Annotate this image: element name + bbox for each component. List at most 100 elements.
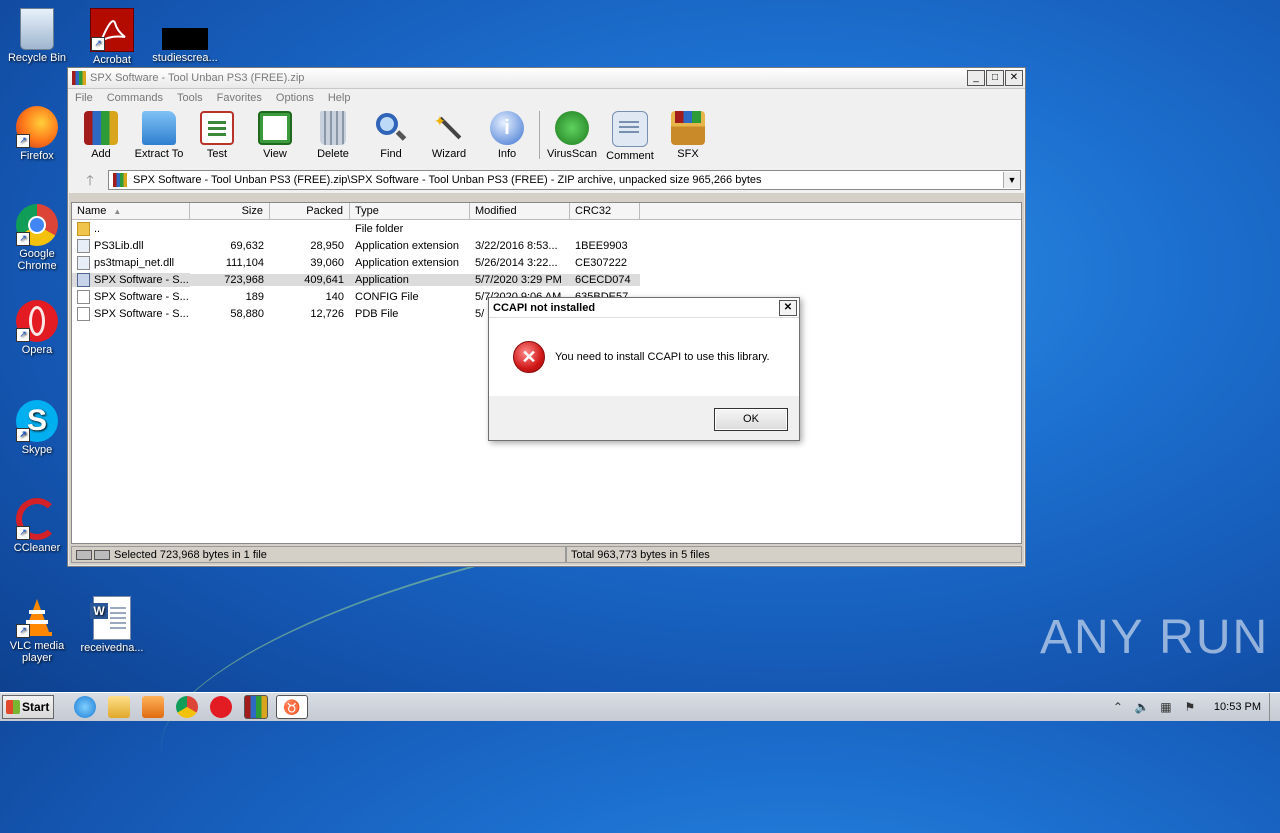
spx-app-taskbar-icon[interactable]: ♉ bbox=[276, 695, 308, 719]
info-button[interactable]: i Info bbox=[478, 111, 536, 160]
skype-icon: S ↗ bbox=[16, 400, 58, 442]
system-tray: ⌃ 🔈 ▦ ⚑ 10:53 PM bbox=[1106, 693, 1280, 721]
dialog-titlebar[interactable]: CCAPI not installed ✕ bbox=[489, 298, 799, 318]
column-type[interactable]: Type bbox=[350, 203, 470, 219]
desktop-icon-acrobat[interactable]: ↗ Acrobat bbox=[77, 8, 147, 66]
network-icon[interactable]: ▦ bbox=[1159, 700, 1173, 714]
column-packed[interactable]: Packed bbox=[270, 203, 350, 219]
clock[interactable]: 10:53 PM bbox=[1202, 701, 1269, 713]
maximize-button[interactable]: □ bbox=[986, 70, 1004, 86]
file-explorer-icon[interactable] bbox=[108, 696, 130, 718]
file-list-header: Name ▲ Size Packed Type Modified CRC32 bbox=[72, 203, 1021, 220]
column-name[interactable]: Name ▲ bbox=[72, 203, 190, 219]
menu-tools[interactable]: Tools bbox=[170, 92, 210, 104]
add-archive-icon bbox=[84, 111, 118, 145]
internet-explorer-icon[interactable] bbox=[74, 696, 96, 718]
desktop-icon-firefox[interactable]: ↗ Firefox bbox=[2, 106, 72, 162]
action-center-flag-icon[interactable]: ⚑ bbox=[1183, 700, 1197, 714]
config-file-icon bbox=[77, 289, 90, 304]
desktop-icon-vlc[interactable]: ↗ VLC media player bbox=[2, 596, 72, 664]
wizard-button[interactable]: ✦ Wizard bbox=[420, 111, 478, 160]
ok-button[interactable]: OK bbox=[714, 408, 788, 431]
acrobat-icon: ↗ bbox=[90, 8, 134, 52]
vlc-icon: ↗ bbox=[16, 596, 58, 638]
comment-button[interactable]: Comment bbox=[601, 111, 659, 162]
magic-wand-icon: ✦ bbox=[432, 111, 466, 145]
toolbar-separator bbox=[539, 111, 540, 159]
show-hidden-icons-icon[interactable]: ⌃ bbox=[1111, 700, 1125, 714]
shortcut-arrow-icon: ↗ bbox=[91, 37, 105, 51]
menu-file[interactable]: File bbox=[68, 92, 100, 104]
folder-icon bbox=[77, 221, 90, 236]
desktop-icon-ccleaner[interactable]: ↗ CCleaner bbox=[2, 498, 72, 554]
address-bar[interactable]: SPX Software - Tool Unban PS3 (FREE).zip… bbox=[108, 170, 1021, 190]
view-button[interactable]: View bbox=[246, 111, 304, 160]
column-modified[interactable]: Modified bbox=[470, 203, 570, 219]
up-one-level-button[interactable]: 🡑 bbox=[72, 170, 108, 190]
dialog-close-button[interactable]: ✕ bbox=[779, 299, 797, 316]
media-player-icon[interactable] bbox=[142, 696, 164, 718]
info-icon: i bbox=[490, 111, 524, 145]
close-button[interactable]: ✕ bbox=[1005, 70, 1023, 86]
desktop-icon-receivedna[interactable]: W receivedna... bbox=[77, 596, 147, 654]
error-dialog[interactable]: CCAPI not installed ✕ ✕ You need to inst… bbox=[488, 297, 800, 441]
table-row[interactable]: ps3tmapi_net.dll 111,104 39,060 Applicat… bbox=[72, 254, 1021, 271]
chrome-icon: ↗ bbox=[16, 204, 58, 246]
address-dropdown-button[interactable]: ▼ bbox=[1003, 172, 1020, 188]
shortcut-arrow-icon: ↗ bbox=[16, 526, 30, 540]
word-document-icon: W bbox=[90, 596, 131, 640]
winrar-taskbar-icon[interactable] bbox=[244, 695, 268, 719]
table-row[interactable]: PS3Lib.dll 69,632 28,950 Application ext… bbox=[72, 237, 1021, 254]
pdb-file-icon bbox=[77, 306, 90, 321]
menu-favorites[interactable]: Favorites bbox=[210, 92, 269, 104]
table-row-selected[interactable]: SPX Software - S... 723,968 409,641 Appl… bbox=[72, 271, 1021, 288]
show-desktop-button[interactable] bbox=[1269, 693, 1280, 721]
error-icon: ✕ bbox=[513, 341, 545, 373]
ccleaner-icon: ↗ bbox=[16, 498, 58, 540]
find-button[interactable]: Find bbox=[362, 111, 420, 160]
test-button[interactable]: Test bbox=[188, 111, 246, 160]
book-icon bbox=[258, 111, 292, 145]
window-titlebar[interactable]: SPX Software - Tool Unban PS3 (FREE).zip… bbox=[68, 68, 1025, 89]
table-row[interactable]: .. File folder bbox=[72, 220, 1021, 237]
desktop-icon-studiescrea[interactable]: studiescrea... bbox=[150, 8, 220, 64]
minimize-button[interactable]: _ bbox=[967, 70, 985, 86]
drive-icon[interactable] bbox=[76, 549, 110, 560]
menu-options[interactable]: Options bbox=[269, 92, 321, 104]
toolbar: Add Extract To Test View Delete Find ✦ W… bbox=[68, 107, 1025, 167]
clipboard-check-icon bbox=[200, 111, 234, 145]
opera-taskbar-icon[interactable] bbox=[210, 696, 232, 718]
menu-commands[interactable]: Commands bbox=[100, 92, 170, 104]
sfx-button[interactable]: SFX bbox=[659, 111, 717, 160]
dialog-title: CCAPI not installed bbox=[493, 301, 596, 314]
opera-icon: ↗ bbox=[16, 300, 58, 342]
dll-file-icon bbox=[77, 255, 90, 270]
dialog-message: You need to install CCAPI to use this li… bbox=[555, 351, 770, 363]
shortcut-arrow-icon: ↗ bbox=[16, 328, 30, 342]
extract-to-button[interactable]: Extract To bbox=[130, 111, 188, 160]
dialog-body: ✕ You need to install CCAPI to use this … bbox=[489, 318, 799, 396]
window-title: SPX Software - Tool Unban PS3 (FREE).zip bbox=[90, 72, 305, 84]
column-size[interactable]: Size bbox=[190, 203, 270, 219]
delete-button[interactable]: Delete bbox=[304, 111, 362, 160]
desktop-icon-opera[interactable]: ↗ Opera bbox=[2, 300, 72, 356]
status-selection: Selected 723,968 bytes in 1 file bbox=[71, 546, 566, 563]
trash-can-icon bbox=[320, 111, 346, 145]
winrar-app-icon bbox=[72, 71, 86, 85]
chrome-taskbar-icon[interactable] bbox=[176, 696, 198, 718]
windows-logo-icon bbox=[6, 700, 20, 714]
comment-icon bbox=[612, 111, 648, 147]
virusscan-button[interactable]: VirusScan bbox=[543, 111, 601, 160]
menu-help[interactable]: Help bbox=[321, 92, 358, 104]
desktop-icon-chrome[interactable]: ↗ Google Chrome bbox=[2, 204, 72, 272]
shortcut-arrow-icon: ↗ bbox=[16, 232, 30, 246]
virus-scan-icon bbox=[555, 111, 589, 145]
shortcut-arrow-icon: ↗ bbox=[16, 134, 30, 148]
desktop-icon-recycle-bin[interactable]: Recycle Bin bbox=[2, 8, 72, 64]
start-button[interactable]: Start bbox=[2, 695, 54, 719]
status-bar: Selected 723,968 bytes in 1 file Total 9… bbox=[71, 546, 1022, 563]
add-button[interactable]: Add bbox=[72, 111, 130, 160]
volume-icon[interactable]: 🔈 bbox=[1135, 700, 1150, 714]
desktop-icon-skype[interactable]: S ↗ Skype bbox=[2, 400, 72, 456]
column-crc32[interactable]: CRC32 bbox=[570, 203, 640, 219]
